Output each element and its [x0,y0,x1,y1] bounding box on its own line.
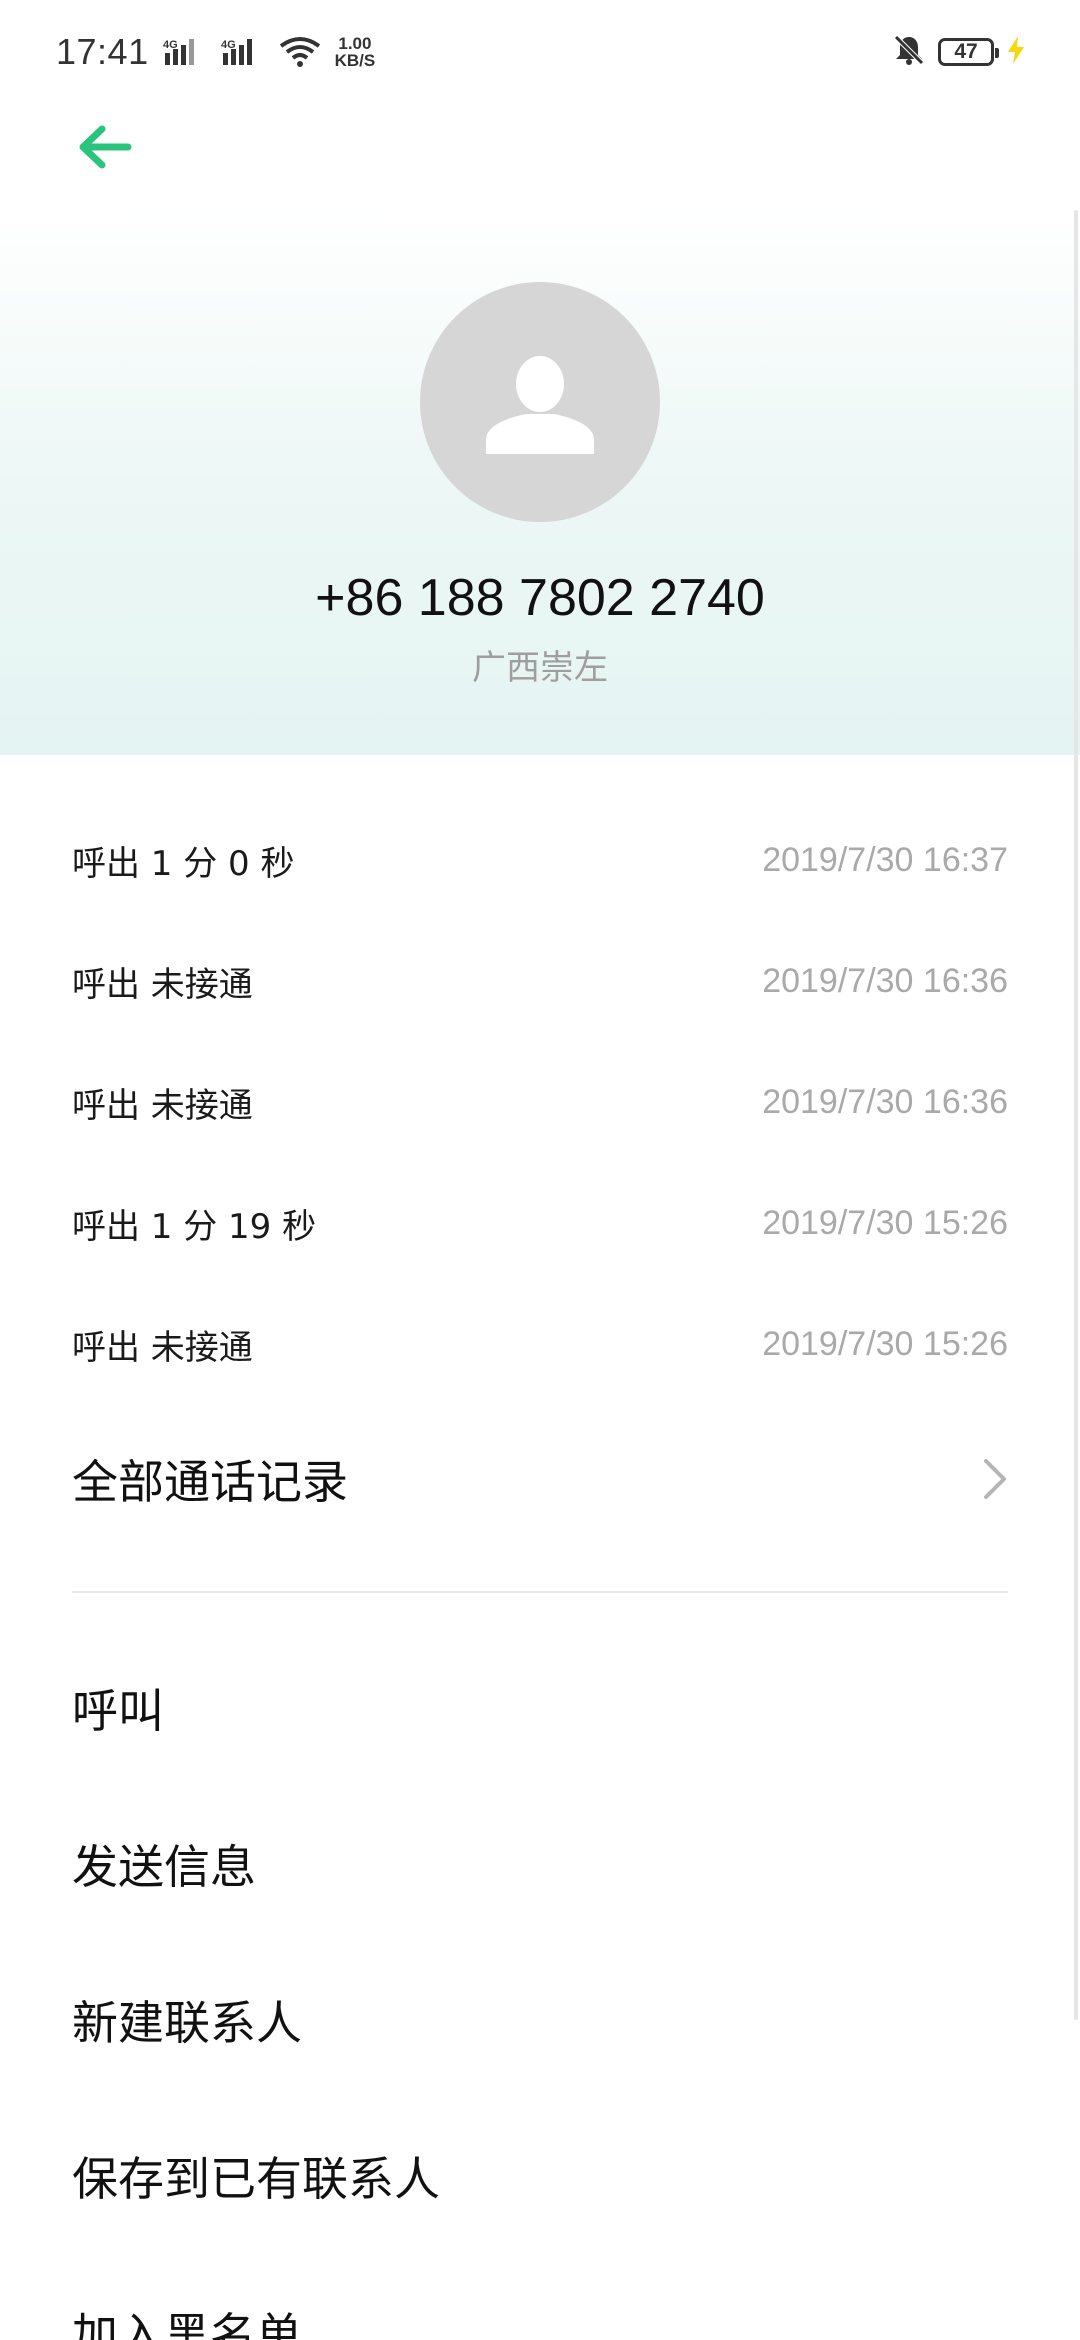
back-arrow-icon [79,125,132,169]
all-call-records-label: 全部通话记录 [72,1455,348,1509]
call-time: 2019/7/30 15:26 [762,1204,1008,1242]
call-action[interactable]: 呼叫 [72,1630,1008,1786]
signal-icon-sim2: 4G [221,37,265,67]
call-log-item[interactable]: 呼出 未接通 2019/7/30 15:26 [72,1284,1008,1405]
status-bar-left: 17:41 4G 4G 1.00 KB/S [56,31,375,73]
scrollbar[interactable] [1074,210,1078,2020]
signal-icon-sim1: 4G [163,37,207,67]
call-time: 2019/7/30 16:37 [762,841,1008,879]
call-log-list: 呼出 1 分 0 秒 2019/7/30 16:37 呼出 未接通 2019/7… [72,800,1008,1405]
call-time: 2019/7/30 15:26 [762,1325,1008,1363]
add-to-blacklist-action[interactable]: 加入黑名单 [72,2254,1008,2340]
call-log-item[interactable]: 呼出 1 分 0 秒 2019/7/30 16:37 [72,800,1008,921]
phone-number: +86 188 7802 2740 [315,569,765,627]
all-call-records-button[interactable]: 全部通话记录 [72,1424,1008,1534]
section-divider [72,1591,1008,1593]
call-type: 呼出 1 分 0 秒 [72,844,295,884]
status-bar-right: 47 [892,33,1026,72]
phone-location: 广西崇左 [472,648,608,688]
bell-muted-icon [892,33,926,72]
person-icon [486,356,594,454]
battery-icon: 47 [938,38,999,66]
network-speed: 1.00 KB/S [335,35,376,69]
call-log-item[interactable]: 呼出 未接通 2019/7/30 16:36 [72,921,1008,1042]
call-time: 2019/7/30 16:36 [762,962,1008,1000]
action-list: 呼叫 发送信息 新建联系人 保存到已有联系人 加入黑名单 [72,1630,1008,2340]
chevron-right-icon [984,1459,1006,1499]
wifi-icon [279,36,321,68]
call-type: 呼出 未接通 [72,965,253,1005]
call-time: 2019/7/30 16:36 [762,1083,1008,1121]
call-type: 呼出 未接通 [72,1328,253,1368]
send-message-action[interactable]: 发送信息 [72,1786,1008,1942]
call-log-item[interactable]: 呼出 1 分 19 秒 2019/7/30 15:26 [72,1163,1008,1284]
call-log-item[interactable]: 呼出 未接通 2019/7/30 16:36 [72,1042,1008,1163]
save-to-existing-contact-action[interactable]: 保存到已有联系人 [72,2098,1008,2254]
call-type: 呼出 未接通 [72,1086,253,1126]
status-bar: 17:41 4G 4G 1.00 KB/S 47 [0,0,1080,104]
contact-detail-screen: 17:41 4G 4G 1.00 KB/S 47 +86 188 7802 27… [0,0,1080,2340]
avatar [420,282,660,522]
charging-icon [1006,35,1026,70]
status-time: 17:41 [56,31,149,72]
call-type: 呼出 1 分 19 秒 [72,1207,317,1247]
new-contact-action[interactable]: 新建联系人 [72,1942,1008,2098]
back-button[interactable] [70,112,140,182]
network-speed-unit: KB/S [334,51,376,70]
network-speed-value: 1.00 [338,34,372,53]
